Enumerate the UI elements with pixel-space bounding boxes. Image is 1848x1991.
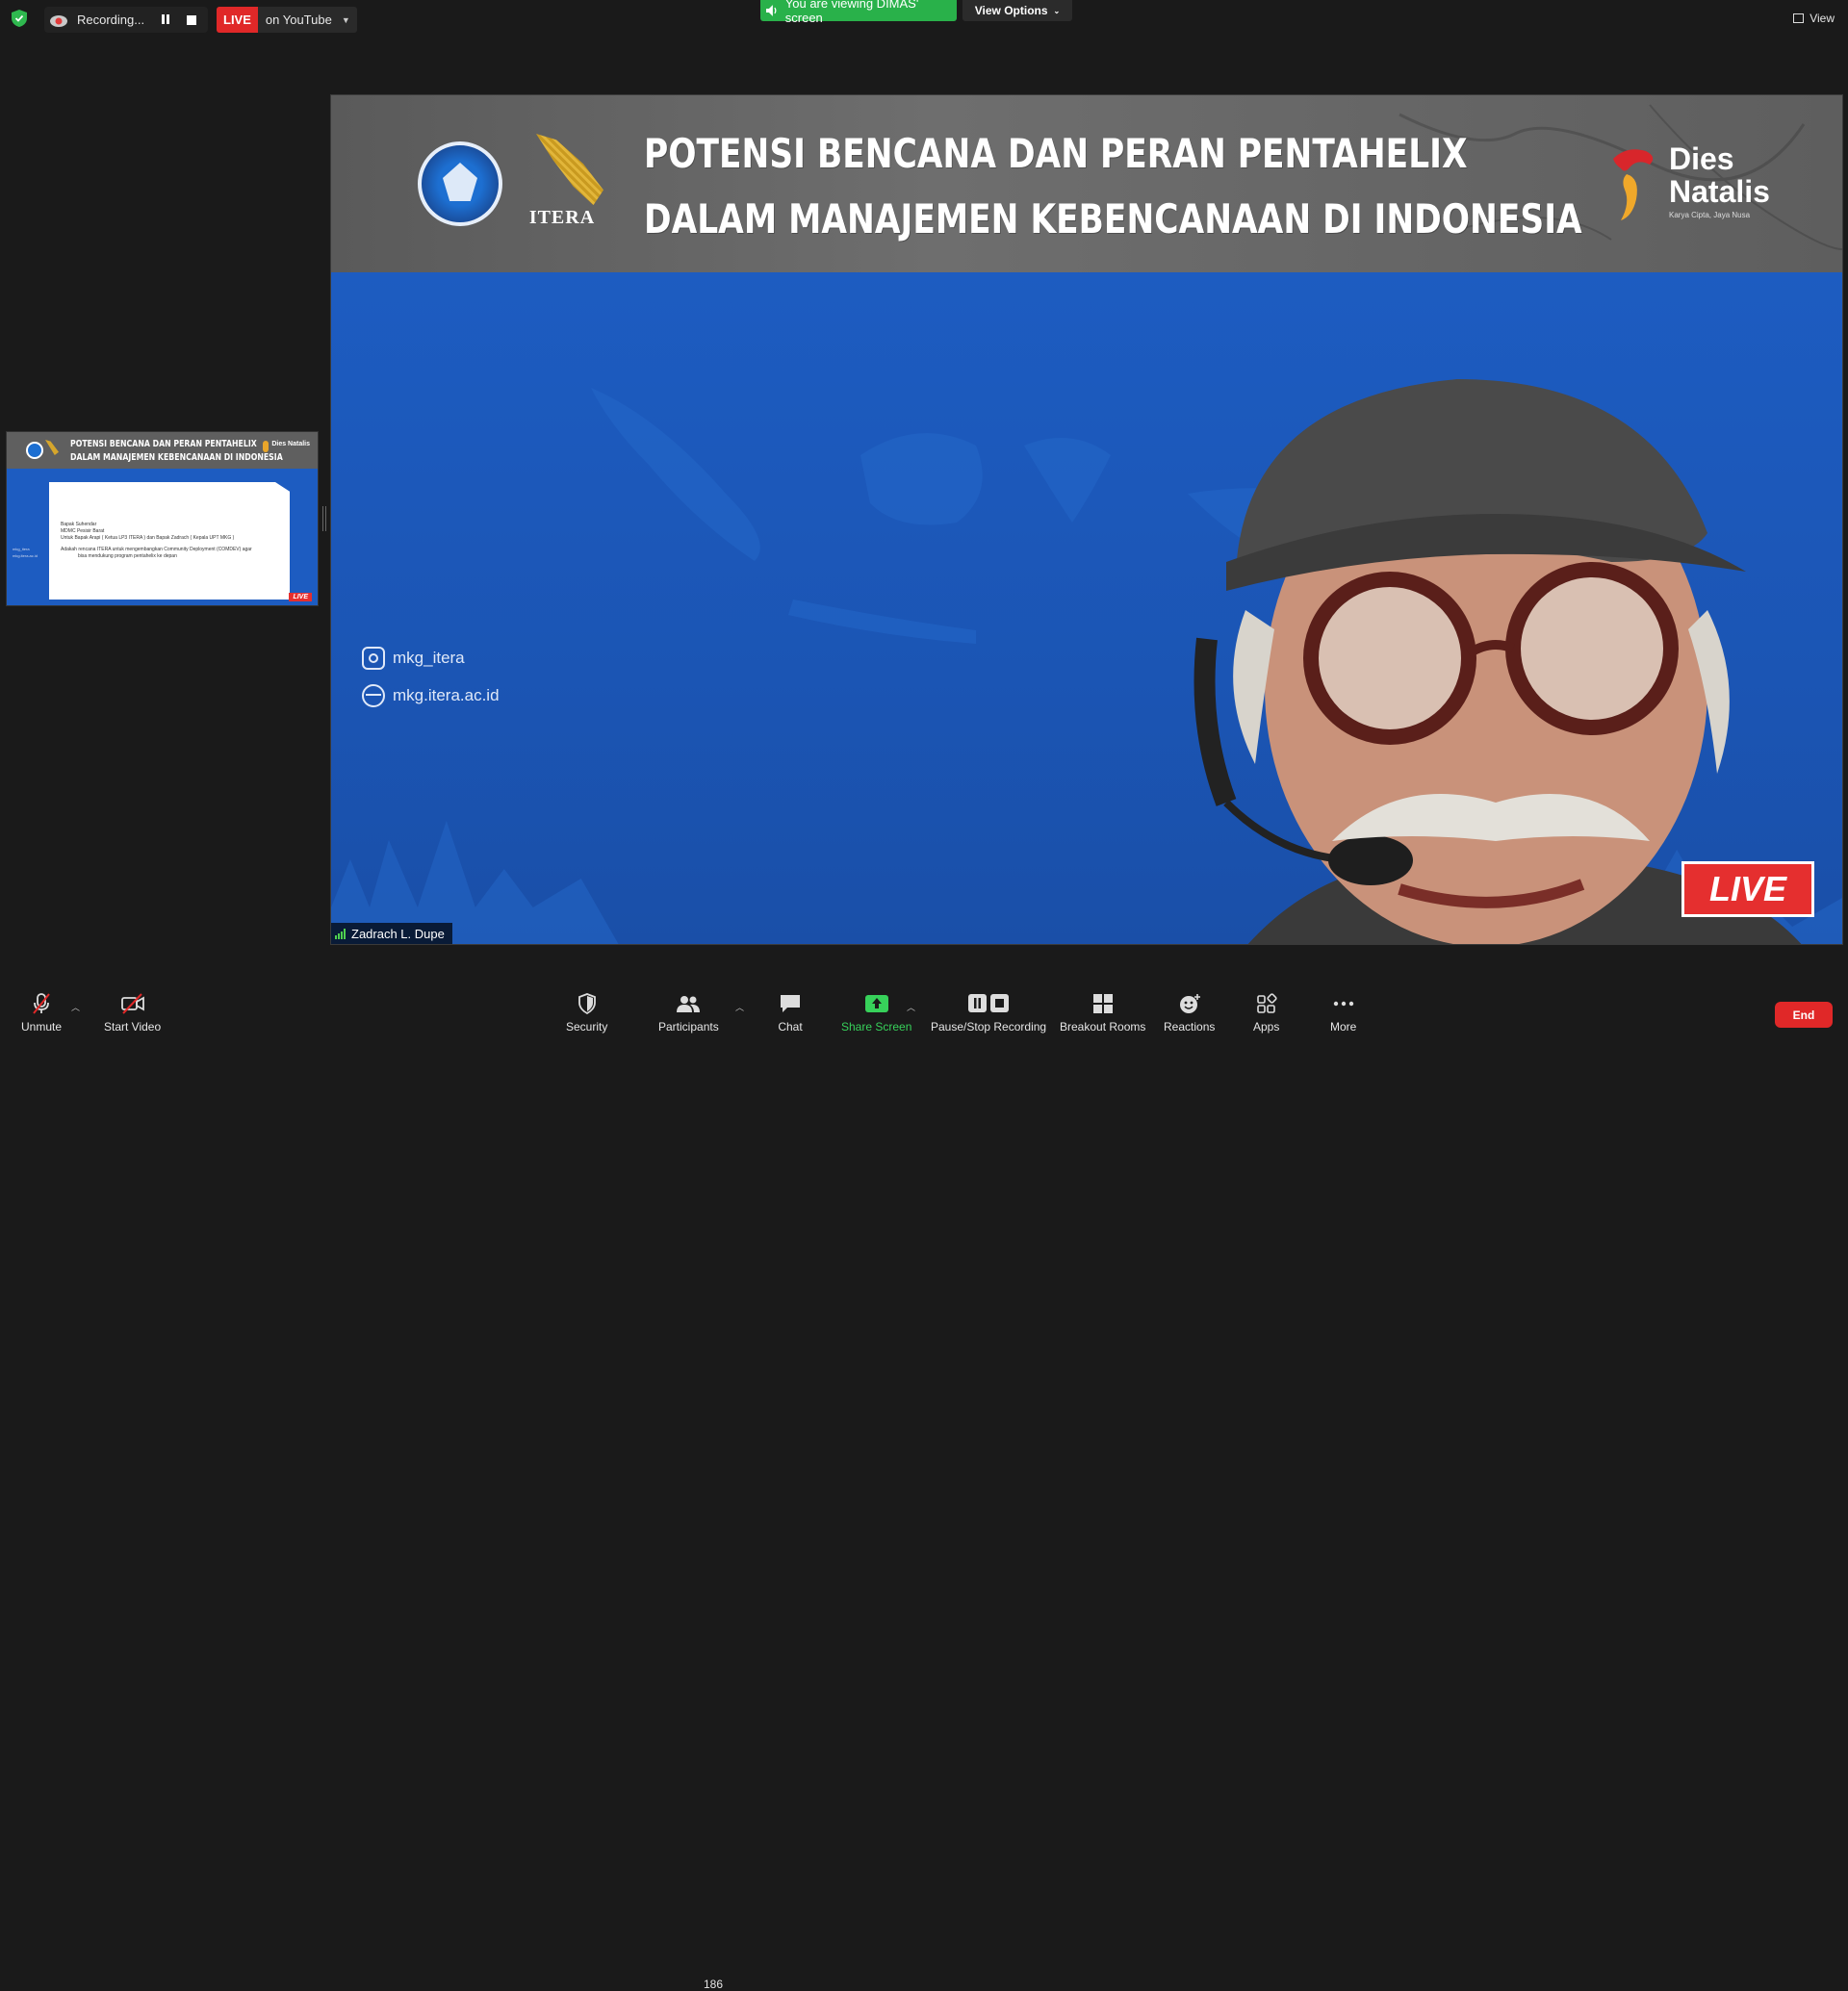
presentation-header: ITERA POTENSI BENCANA DAN PERAN PENTAHEL… (331, 95, 1842, 272)
participants-label: Participants (658, 1020, 719, 1034)
breakout-rooms-label: Breakout Rooms (1060, 1020, 1146, 1034)
chat-label: Chat (778, 1020, 803, 1034)
recording-indicator: Recording... (44, 7, 208, 33)
shared-screen: ITERA POTENSI BENCANA DAN PERAN PENTAHEL… (330, 94, 1843, 945)
audio-options-chevron-icon[interactable]: ︿ (71, 1001, 80, 1013)
shared-screen-thumbnail[interactable]: POTENSI BENCANA DAN PERAN PENTAHELIX DAL… (6, 431, 319, 606)
participants-button[interactable]: Participants (658, 993, 719, 1034)
shield-icon[interactable] (12, 10, 27, 27)
chevron-down-icon: ▼ (341, 14, 350, 25)
thumbnail-document: Bapak Suhendar MDMC Pesisir Barat Untuk … (49, 482, 290, 600)
participants-icon (677, 996, 701, 1012)
thumbnail-dies-logo: Dies Natalis (263, 441, 310, 452)
speaker-video (1194, 379, 1802, 944)
website-text: mkg.itera.ac.id (393, 686, 500, 704)
thumbnail-title-line2: DALAM MANAJEMEN KEBENCANAAN DI INDONESIA (70, 452, 283, 463)
globe-icon (362, 684, 385, 707)
grid-view-icon (1793, 13, 1805, 23)
breakout-rooms-button[interactable]: Breakout Rooms (1060, 993, 1145, 1034)
microphone-muted-icon (33, 993, 50, 1014)
live-stream-indicator[interactable]: LIVE on YouTube ▼ (217, 7, 357, 33)
share-screen-icon (864, 995, 888, 1012)
reactions-button[interactable]: Reactions (1164, 993, 1215, 1034)
reactions-smiley-icon (1179, 994, 1200, 1013)
itera-logo-text: ITERA (528, 207, 596, 228)
dies-natalis-logo: Dies Natalis Karya Cipta, Jaya Nusa (1607, 141, 1790, 228)
natalis-label: Natalis (1669, 174, 1770, 209)
participants-count: 186 (704, 1978, 724, 1991)
thumbnail-header: POTENSI BENCANA DAN PERAN PENTAHELIX DAL… (7, 432, 318, 469)
instagram-text: mkg_itera (393, 649, 465, 667)
signal-strength-icon (335, 928, 346, 939)
apps-label: Apps (1253, 1020, 1280, 1034)
top-bar: Recording... LIVE on YouTube ▼ You are v… (0, 0, 1848, 38)
chevron-down-icon: ⌄ (1053, 6, 1061, 15)
thumbnail-live-badge: LIVE (289, 593, 312, 601)
stop-recording-icon[interactable] (187, 14, 196, 25)
view-label: View (1810, 12, 1835, 25)
recording-label: Recording... (77, 13, 145, 27)
chat-bubble-icon (781, 995, 800, 1012)
pause-recording-icon[interactable] (162, 13, 173, 26)
camera-off-icon (120, 993, 144, 1014)
pause-stop-recording-button[interactable]: Pause/Stop Recording (931, 993, 1046, 1034)
website-link: mkg.itera.ac.id (362, 684, 500, 707)
speaker-icon (766, 5, 777, 16)
kemdikbud-logo-icon (418, 141, 502, 226)
pause-stop-recording-icon (968, 994, 1010, 1012)
participants-chevron-icon[interactable]: ︿ (735, 1001, 744, 1013)
meeting-toolbar: Unmute ︿ Start Video Security Participan… (0, 982, 1848, 1991)
cloud-recording-icon (50, 14, 67, 27)
unmute-button[interactable]: Unmute (21, 993, 62, 1034)
participant-name: Zadrach L. Dupe (351, 926, 445, 941)
security-label: Security (566, 1020, 608, 1034)
reactions-label: Reactions (1164, 1020, 1216, 1034)
live-watermark: LIVE (1681, 861, 1814, 917)
kemdikbud-logo-icon (26, 442, 43, 459)
thumbnail-title-line1: POTENSI BENCANA DAN PERAN PENTAHELIX (70, 439, 257, 449)
start-video-button[interactable]: Start Video (104, 993, 161, 1034)
security-shield-icon (578, 993, 596, 1014)
more-button[interactable]: More (1330, 993, 1356, 1034)
more-label: More (1330, 1020, 1357, 1034)
viewing-banner-text: You are viewing DIMAS' screen (784, 0, 919, 25)
participant-name-tag: Zadrach L. Dupe (331, 923, 452, 944)
itera-logo-icon (45, 440, 59, 455)
view-button[interactable]: View (1793, 12, 1835, 25)
share-screen-button[interactable]: Share Screen (841, 993, 911, 1034)
viewing-screen-banner: You are viewing DIMAS' screen (760, 0, 957, 25)
presentation-title-line2: DALAM MANAJEMEN KEBENCANAAN DI INDONESIA (644, 195, 1582, 242)
breakout-rooms-icon (1092, 994, 1113, 1013)
start-video-label: Start Video (104, 1020, 162, 1034)
instagram-icon (362, 647, 385, 670)
pause-stop-recording-label: Pause/Stop Recording (931, 1020, 1047, 1034)
itera-logo: ITERA (519, 134, 605, 230)
panel-splitter-handle[interactable] (322, 506, 326, 531)
apps-icon (1256, 993, 1277, 1013)
thumbnail-social: mkg_itera mkg.itera.ac.id (13, 547, 38, 558)
flame-icon (1613, 149, 1654, 220)
dies-tagline: Karya Cipta, Jaya Nusa (1669, 211, 1751, 219)
view-options-button[interactable]: View Options ⌄ (962, 0, 1072, 21)
live-badge: LIVE (217, 7, 258, 33)
presentation-title-line1: POTENSI BENCANA DAN PERAN PENTAHELIX (644, 130, 1468, 177)
more-dots-icon (1333, 1001, 1353, 1007)
unmute-label: Unmute (21, 1020, 63, 1034)
stream-target: on YouTube (265, 13, 332, 27)
security-button[interactable]: Security (566, 993, 607, 1034)
view-options-label: View Options (974, 4, 1048, 17)
chat-button[interactable]: Chat (778, 993, 803, 1034)
dies-label: Dies (1669, 141, 1734, 176)
apps-button[interactable]: Apps (1253, 993, 1279, 1034)
end-meeting-button[interactable]: End (1775, 1002, 1833, 1028)
sumatra-island-icon (536, 134, 603, 206)
share-screen-label: Share Screen (841, 1020, 912, 1034)
instagram-handle: mkg_itera (362, 647, 465, 670)
share-options-chevron-icon[interactable]: ︿ (907, 1001, 915, 1013)
